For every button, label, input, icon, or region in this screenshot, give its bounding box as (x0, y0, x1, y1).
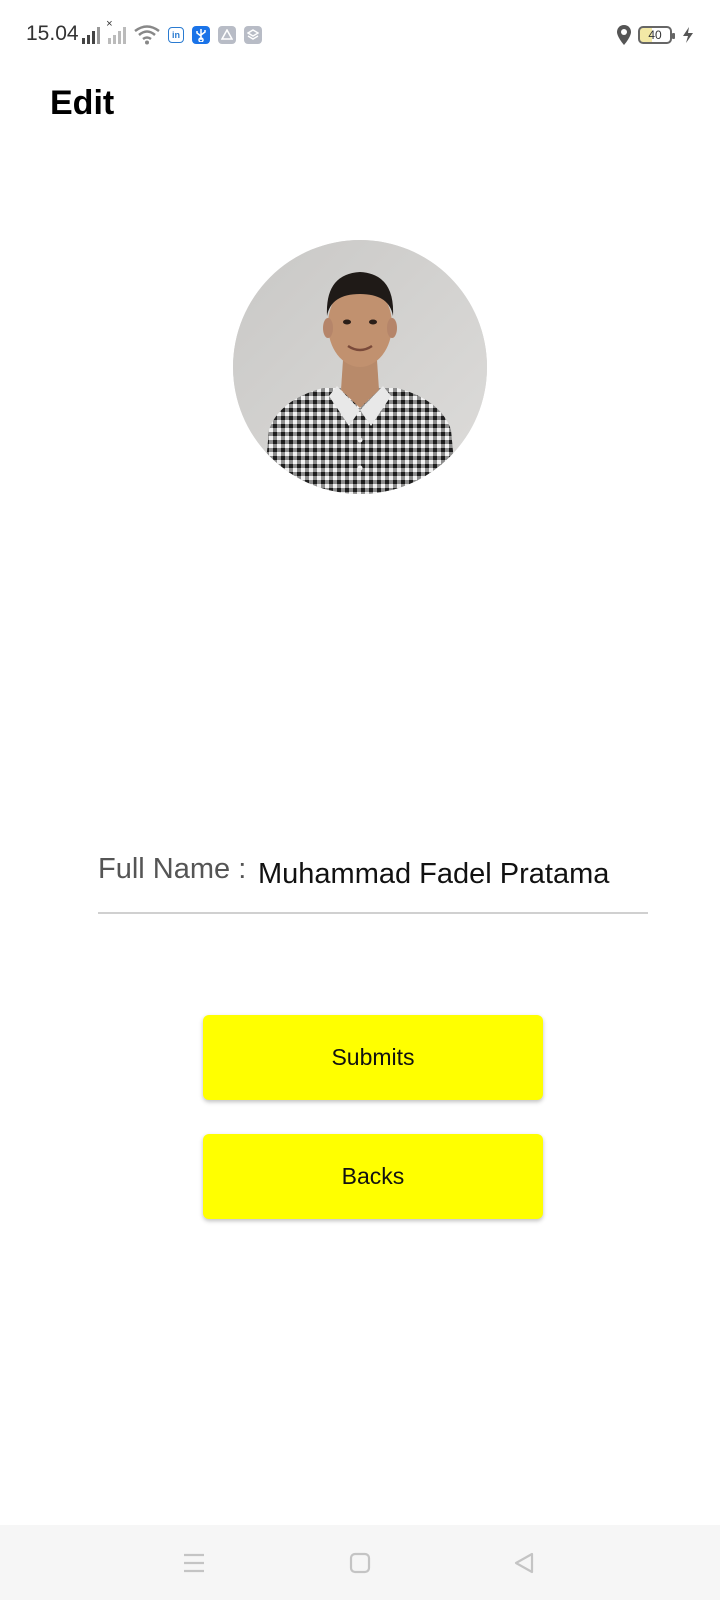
back-icon[interactable] (506, 1545, 542, 1581)
full-name-label: Full Name : (98, 853, 247, 885)
wifi-icon (134, 25, 160, 45)
status-bar: 15.04 × in 40 (0, 0, 720, 70)
submit-button[interactable]: Submits (203, 1015, 543, 1100)
signal-icon (82, 26, 100, 44)
stack-icon (244, 26, 262, 44)
navigation-bar (0, 1525, 720, 1600)
profile-photo (233, 240, 487, 494)
signal-no-service-icon: × (106, 18, 126, 44)
menu-icon[interactable] (176, 1545, 212, 1581)
location-icon (617, 25, 631, 45)
profile-avatar[interactable] (233, 240, 487, 494)
back-button[interactable]: Backs (203, 1134, 543, 1219)
full-name-row: Full Name : (98, 848, 648, 914)
full-name-input[interactable] (258, 852, 648, 896)
usb-icon (192, 26, 210, 44)
home-icon[interactable] (342, 1545, 378, 1581)
status-left-icons: × in (82, 18, 262, 48)
page-title: Edit (50, 84, 115, 122)
status-right-icons: 40 (616, 22, 694, 48)
charging-icon (683, 27, 693, 43)
battery-icon: 40 (638, 26, 675, 44)
linkedin-icon: in (168, 27, 184, 43)
drive-icon (218, 26, 236, 44)
status-time: 15.04 (26, 22, 79, 45)
